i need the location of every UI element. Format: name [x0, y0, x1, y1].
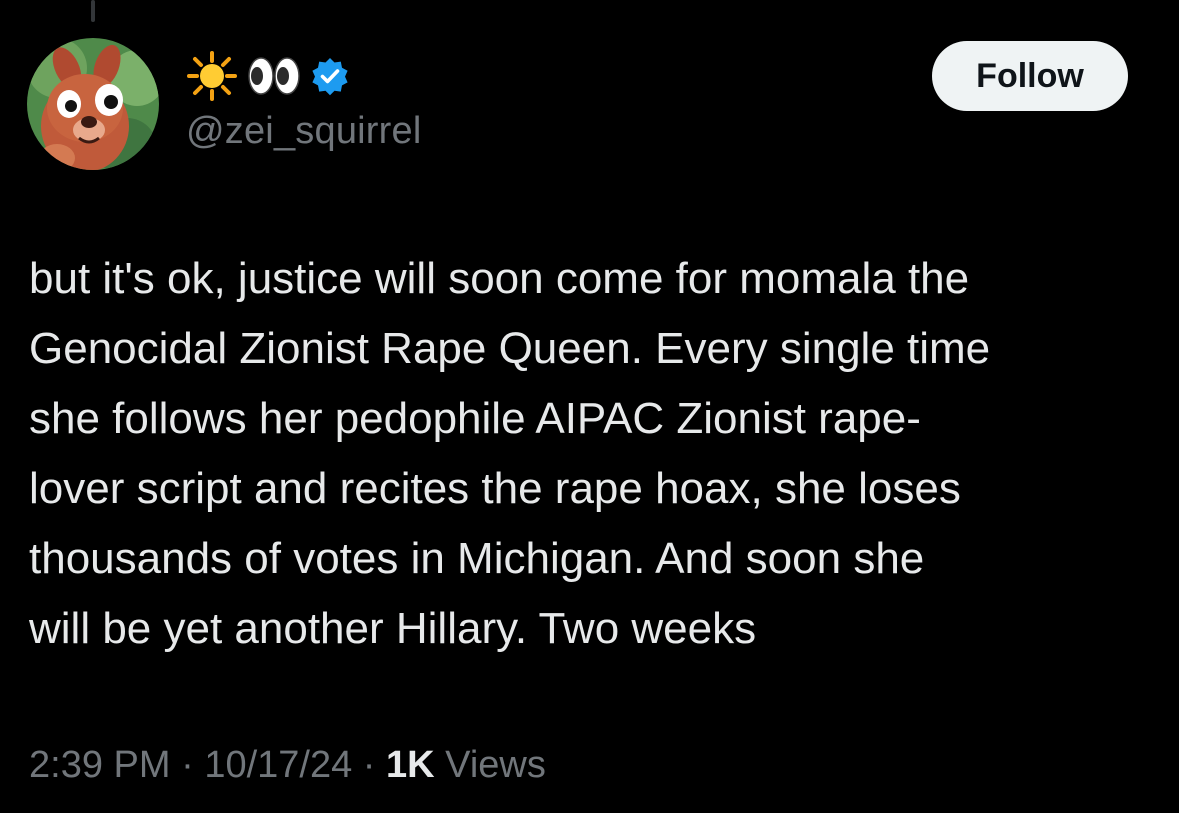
tweet-date[interactable]: 10/17/24: [204, 744, 352, 786]
tweet-time[interactable]: 2:39 PM: [29, 744, 171, 786]
verified-badge-icon[interactable]: [310, 56, 350, 96]
eyes-emoji-icon: [246, 54, 302, 98]
meta-separator: ·: [362, 744, 376, 786]
tweet-metadata: 2:39 PM · 10/17/24 · 1K Views: [29, 740, 546, 790]
display-name[interactable]: [186, 50, 350, 102]
avatar[interactable]: [27, 38, 159, 170]
sun-emoji-icon: [186, 50, 238, 102]
views-label[interactable]: Views: [445, 744, 546, 786]
meta-separator: ·: [181, 744, 194, 786]
author-handle[interactable]: @zei_squirrel: [186, 106, 421, 156]
squirrel-avatar-icon: [27, 38, 159, 170]
views-count[interactable]: 1K: [386, 744, 435, 786]
tweet-text: but it's ok, justice will soon come for …: [29, 254, 991, 653]
follow-button[interactable]: Follow: [932, 41, 1128, 111]
thread-connector-line: [91, 0, 95, 22]
